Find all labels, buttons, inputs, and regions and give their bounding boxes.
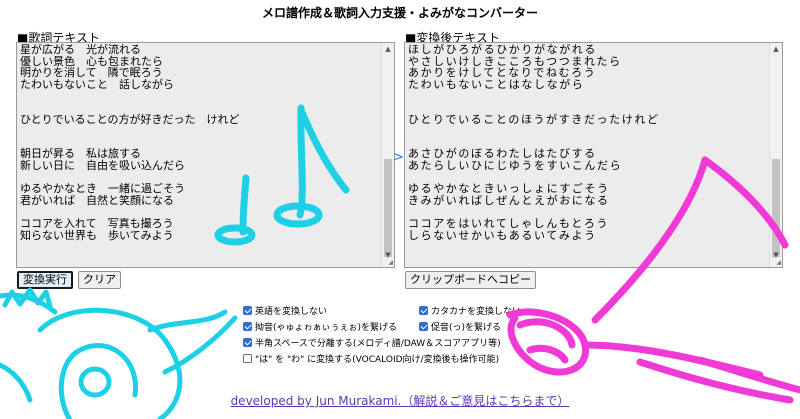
lyrics-input-textarea[interactable]: 星が広がる 光が流れる 優しい景色 心も包まれたら 明かりを消して 隣で眠ろう … bbox=[16, 42, 395, 268]
developer-link[interactable]: developed by Jun Murakami.（解説＆ご意見はこちらまで） bbox=[0, 392, 800, 409]
option-label: カタカナを変換しない bbox=[431, 307, 522, 317]
output-scrollbar[interactable]: ▲ ▼ bbox=[769, 43, 782, 267]
scroll-up-icon[interactable]: ▲ bbox=[770, 43, 782, 55]
checkbox-checked-icon[interactable] bbox=[419, 306, 428, 315]
page-title: メロ譜作成＆歌詞入力支援・よみがなコンバーター bbox=[261, 6, 538, 20]
option-split-spaces[interactable]: 半角スペースで分離する(メロディ譜/DAW＆スコアアプリ等) bbox=[243, 338, 501, 350]
checkbox-checked-icon[interactable] bbox=[243, 338, 252, 347]
option-join-sokuon[interactable]: 促音(っ)を繋げる bbox=[419, 322, 501, 334]
converted-output-text: ほしがひろがるひかりがながれる やさしいけしきこころもつつまれたら あかりをけし… bbox=[408, 44, 660, 242]
copy-to-clipboard-button[interactable]: クリップボードへコピー bbox=[405, 271, 536, 289]
option-no-katakana[interactable]: カタカナを変換しない bbox=[419, 306, 521, 318]
resize-grip-icon[interactable]: ◢ bbox=[776, 259, 781, 266]
resize-grip-icon[interactable]: ◢ bbox=[388, 259, 393, 266]
scroll-up-icon[interactable]: ▲ bbox=[382, 43, 394, 55]
option-no-english[interactable]: 英語を変換しない bbox=[243, 306, 327, 318]
checkbox-checked-icon[interactable] bbox=[419, 322, 428, 331]
option-label: 半角スペースで分離する(メロディ譜/DAW＆スコアアプリ等) bbox=[255, 339, 501, 349]
option-label: 拗音(ゃゅょゎぁぃぅぇぉ)を繋げる bbox=[255, 323, 398, 333]
option-label: "は" を "わ" に変換する(VOCALOID向け/変換後も操作可能) bbox=[255, 355, 500, 365]
output-scroll-thumb[interactable] bbox=[772, 159, 780, 257]
lyrics-input-text: 星が広がる 光が流れる 優しい景色 心も包まれたら 明かりを消して 隣で眠ろう … bbox=[20, 44, 240, 242]
option-label: 英語を変換しない bbox=[255, 307, 328, 317]
clear-button[interactable]: クリア bbox=[78, 271, 121, 289]
checkbox-checked-icon[interactable] bbox=[243, 306, 252, 315]
arrow-right-icon: > bbox=[393, 150, 404, 165]
converted-output-textarea[interactable]: ほしがひろがるひかりがながれる やさしいけしきこころもつつまれたら あかりをけし… bbox=[404, 42, 783, 268]
option-ha-to-wa[interactable]: "は" を "わ" に変換する(VOCALOID向け/変換後も操作可能) bbox=[243, 354, 499, 366]
option-label: 促音(っ)を繋げる bbox=[431, 323, 502, 333]
input-scroll-thumb[interactable] bbox=[384, 159, 392, 257]
convert-button[interactable]: 変換実行 bbox=[17, 271, 73, 289]
checkbox-unchecked-icon[interactable] bbox=[243, 354, 252, 363]
checkbox-checked-icon[interactable] bbox=[243, 322, 252, 331]
option-join-youon[interactable]: 拗音(ゃゅょゎぁぃぅぇぉ)を繋げる bbox=[243, 322, 397, 334]
